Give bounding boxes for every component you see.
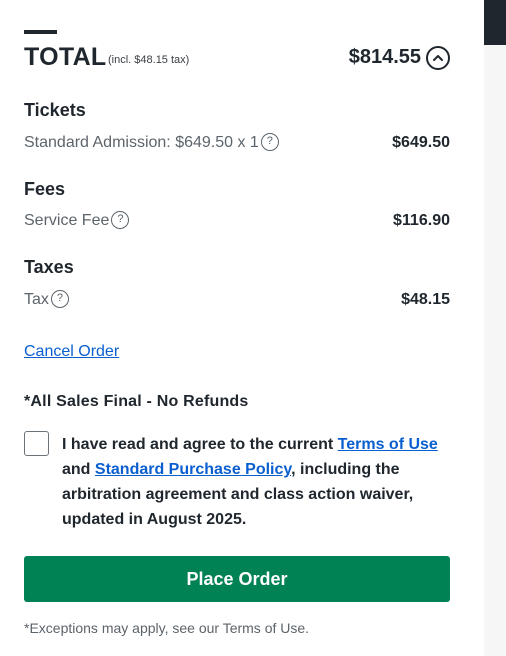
taxes-item-amount: $48.15 [401,291,450,308]
sales-final-notice: *All Sales Final - No Refunds [24,393,249,410]
purchase-policy-link[interactable]: Standard Purchase Policy [95,461,291,478]
taxes-section-title: Taxes [24,257,74,277]
agree-terms-checkbox[interactable] [24,431,49,456]
total-row: TOTAL (incl. $48.15 tax) $814.55 [24,40,450,76]
total-label: TOTAL [24,43,107,71]
fees-section-title: Fees [24,179,66,199]
total-amount: $814.55 [348,46,421,68]
fees-item-amount: $116.90 [393,212,450,229]
collapse-summary-button[interactable] [426,46,450,70]
total-tax-note: (incl. $48.15 tax) [108,54,190,66]
cancel-order-link[interactable]: Cancel Order [24,343,119,361]
chevron-up-icon [433,55,443,61]
tickets-item-amount: $649.50 [392,134,450,151]
question-circle-icon[interactable]: ? [111,211,130,229]
tickets-line-item: Standard Admission: $649.50 x 1? $649.50 [24,133,450,156]
taxes-item-label-wrap: Tax? [24,290,69,309]
fees-item-label: Service Fee [24,212,110,230]
header-edge [484,0,506,45]
taxes-item-label: Tax [24,291,49,309]
agreement-prefix: I have read and agree to the current [62,436,338,453]
question-circle-icon[interactable]: ? [50,290,69,308]
fees-line-item: Service Fee? $116.90 [24,211,450,234]
exceptions-note: *Exceptions may apply, see our Terms of … [24,620,310,636]
fees-item-label-wrap: Service Fee? [24,211,130,230]
tickets-item-label: Standard Admission: $649.50 x 1 [24,134,259,152]
terms-of-use-link[interactable]: Terms of Use [338,436,438,453]
agreement-text: I have read and agree to the current Ter… [62,432,452,532]
order-summary-panel: TOTAL (incl. $48.15 tax) $814.55 Tickets… [0,0,484,656]
taxes-line-item: Tax? $48.15 [24,290,450,313]
tickets-section-title: Tickets [24,100,86,120]
top-divider [24,30,57,34]
place-order-button[interactable]: Place Order [24,556,450,602]
agreement-and: and [62,461,95,478]
page-background-gutter [484,0,506,656]
tickets-item-label-wrap: Standard Admission: $649.50 x 1? [24,133,279,152]
question-circle-icon[interactable]: ? [260,133,279,151]
